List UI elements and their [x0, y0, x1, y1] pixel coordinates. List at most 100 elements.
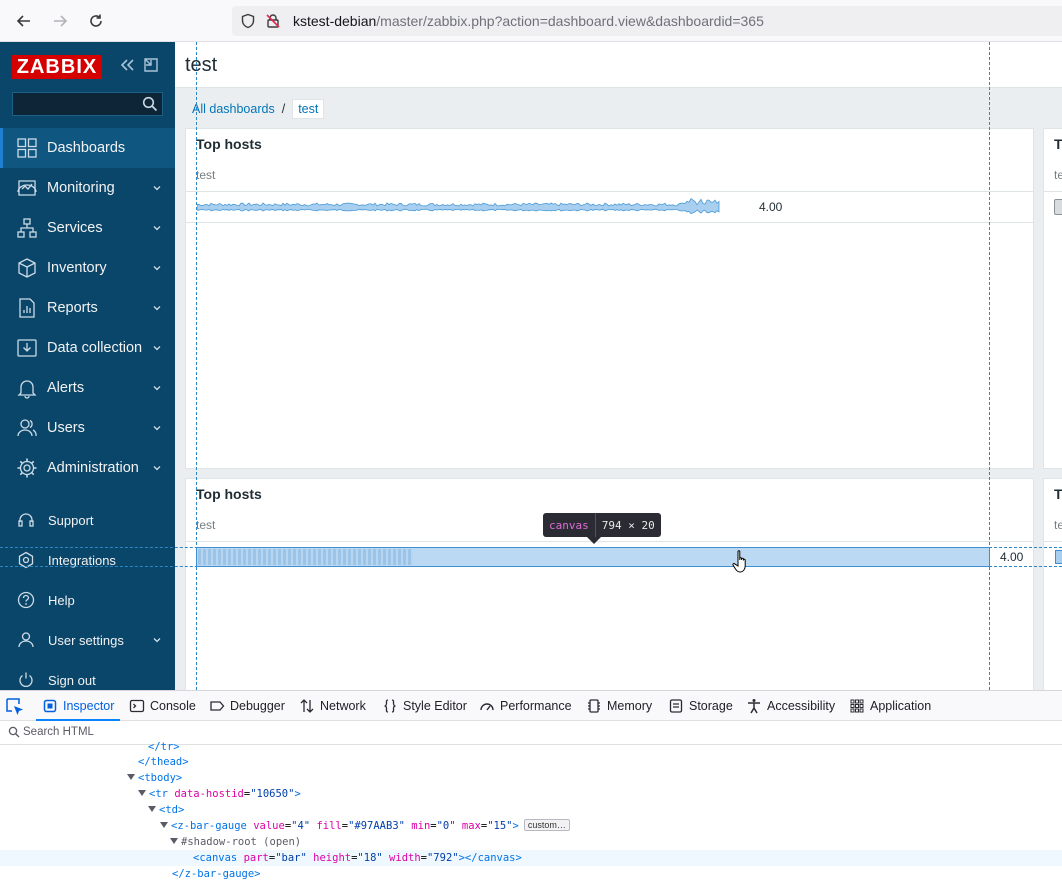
- sidebar-item-alerts[interactable]: Alerts: [0, 368, 175, 408]
- breadcrumb-current[interactable]: test: [292, 99, 325, 119]
- widget-column-header: test: [196, 518, 216, 532]
- markup-line-selected[interactable]: <canvas part="bar" height="18" width="79…: [0, 850, 1062, 866]
- tab-accessibility[interactable]: Accessibility: [746, 691, 835, 721]
- widget-column-header: te: [1054, 168, 1062, 182]
- top-hosts-widget[interactable]: Top hosts test 4.00: [185, 128, 1034, 469]
- tag-canvas-close: </canvas>: [464, 852, 522, 864]
- sidebar-item-sign-out[interactable]: Sign out: [0, 660, 175, 690]
- markup-line[interactable]: #shadow-root (open): [0, 834, 1062, 850]
- inspector-guide-right: [989, 42, 990, 690]
- highlighted-canvas-bar[interactable]: [196, 547, 990, 567]
- bar-gauge-fill: [198, 549, 413, 565]
- attr-name: height: [313, 852, 352, 864]
- expand-triangle-icon[interactable]: [127, 774, 135, 780]
- sidebar-item-user-settings[interactable]: User settings: [0, 620, 175, 660]
- tag-z-bar-gauge-close: </z-bar-gauge>: [172, 868, 261, 880]
- sidebar-item-integrations[interactable]: Integrations: [0, 540, 175, 580]
- sidebar-item-data-collection[interactable]: Data collection: [0, 328, 175, 368]
- tab-console[interactable]: Console: [129, 691, 196, 721]
- sidebar-item-administration[interactable]: Administration: [0, 448, 175, 488]
- sidebar: ZABBIX Dashboards Monitoring Services In…: [0, 42, 175, 690]
- markup-line[interactable]: </z-bar-gauge>: [0, 866, 1062, 882]
- expand-triangle-icon[interactable]: [148, 806, 156, 812]
- sidebar-item-label: Reports: [47, 300, 98, 316]
- expand-triangle-icon[interactable]: [138, 790, 146, 796]
- sidebar-item-label: Data collection: [47, 340, 143, 356]
- breadcrumb-all-dashboards[interactable]: All dashboards: [192, 102, 275, 116]
- chevron-down-icon: [153, 638, 161, 643]
- sidebar-item-reports[interactable]: Reports: [0, 288, 175, 328]
- console-icon: [129, 699, 145, 713]
- tab-label: Debugger: [230, 699, 285, 713]
- markup-line[interactable]: </tr>: [0, 739, 1062, 755]
- sidebar-item-dashboards[interactable]: Dashboards: [0, 128, 175, 168]
- attr-name: data-hostid: [174, 788, 244, 800]
- sidebar-item-users[interactable]: Users: [0, 408, 175, 448]
- attr-value: "15": [487, 820, 513, 832]
- element-picker-icon[interactable]: [4, 696, 26, 718]
- url-path: /master/zabbix.php?action=dashboard.view…: [376, 13, 764, 29]
- partial-widget-right-2[interactable]: T te: [1043, 478, 1062, 690]
- attr-name: fill: [316, 820, 342, 832]
- tab-label: Application: [870, 699, 932, 713]
- tab-application[interactable]: Application: [849, 691, 931, 721]
- widget-title: T: [1054, 136, 1062, 152]
- partial-widget-right-1[interactable]: T te: [1043, 128, 1062, 469]
- widget-column-header: te: [1054, 518, 1062, 532]
- markup-line[interactable]: <td>: [0, 802, 1062, 818]
- tab-network[interactable]: Network: [299, 691, 366, 721]
- search-icon[interactable]: [142, 96, 158, 112]
- tooltip-arrow: [587, 537, 601, 544]
- sidebar-item-label: Support: [48, 512, 94, 528]
- reports-icon: [19, 298, 35, 318]
- tab-label: Performance: [500, 699, 572, 713]
- tab-inspector[interactable]: Inspector: [35, 691, 121, 721]
- sidebar-item-label: Services: [47, 220, 103, 236]
- tab-performance[interactable]: Performance: [479, 691, 572, 721]
- sidebar-item-services[interactable]: Services: [0, 208, 175, 248]
- tab-label: Network: [320, 699, 366, 713]
- markup-line[interactable]: <tr data-hostid="10650">: [0, 786, 1062, 802]
- sidebar-item-support[interactable]: Support: [0, 500, 175, 540]
- reload-icon: [90, 14, 102, 27]
- markup-line[interactable]: <z-bar-gauge value="4" fill="#97AAB3" mi…: [0, 818, 1062, 834]
- inspector-icon: [43, 699, 57, 713]
- sidebar-search-input[interactable]: [12, 92, 163, 116]
- back-button[interactable]: [11, 8, 37, 34]
- forward-button[interactable]: [47, 8, 73, 34]
- collapse-sidebar-icon[interactable]: [118, 56, 136, 74]
- markup-line[interactable]: </thead>: [0, 754, 1062, 770]
- tab-storage[interactable]: Storage: [668, 691, 733, 721]
- expand-triangle-icon[interactable]: [170, 838, 178, 844]
- user-icon: [18, 632, 34, 648]
- url-host: kstest-debian: [293, 13, 377, 29]
- expand-triangle-icon[interactable]: [160, 822, 168, 828]
- breadcrumb: All dashboards / test: [192, 98, 325, 120]
- reload-button[interactable]: [83, 8, 109, 34]
- url-text: kstest-debian/master/zabbix.php?action=d…: [293, 13, 764, 29]
- sidebar-item-monitoring[interactable]: Monitoring: [0, 168, 175, 208]
- arrow-left-icon: [16, 15, 30, 27]
- url-bar[interactable]: kstest-debian/master/zabbix.php?action=d…: [232, 6, 1062, 36]
- kiosk-mode-icon[interactable]: [142, 56, 160, 74]
- tab-debugger[interactable]: Debugger: [209, 691, 285, 721]
- chevron-down-icon: [153, 466, 161, 471]
- attr-name: part: [243, 852, 269, 864]
- tooltip-dimensions: 794 × 20: [601, 518, 655, 532]
- dashboard-main: test All dashboards / test Top hosts tes…: [175, 42, 1062, 690]
- widget-title: Top hosts: [196, 136, 262, 152]
- chevron-down-icon: [153, 186, 161, 191]
- tab-style-editor[interactable]: Style Editor: [382, 691, 467, 721]
- attr-name: width: [389, 852, 421, 864]
- sidebar-item-inventory[interactable]: Inventory: [0, 248, 175, 288]
- tag-tr-close: </tr>: [148, 741, 180, 753]
- markup-line[interactable]: <tbody>: [0, 770, 1062, 786]
- sidebar-item-help[interactable]: Help: [0, 580, 175, 620]
- zabbix-logo[interactable]: ZABBIX: [12, 55, 102, 79]
- top-hosts-widget-2[interactable]: Top hosts test 4.00: [185, 478, 1034, 690]
- chevron-down-icon: [153, 386, 161, 391]
- tab-memory[interactable]: Memory: [586, 691, 652, 721]
- table-row-divider: [186, 222, 1033, 223]
- tab-label: Console: [150, 699, 196, 713]
- custom-element-badge[interactable]: custom…: [523, 819, 570, 831]
